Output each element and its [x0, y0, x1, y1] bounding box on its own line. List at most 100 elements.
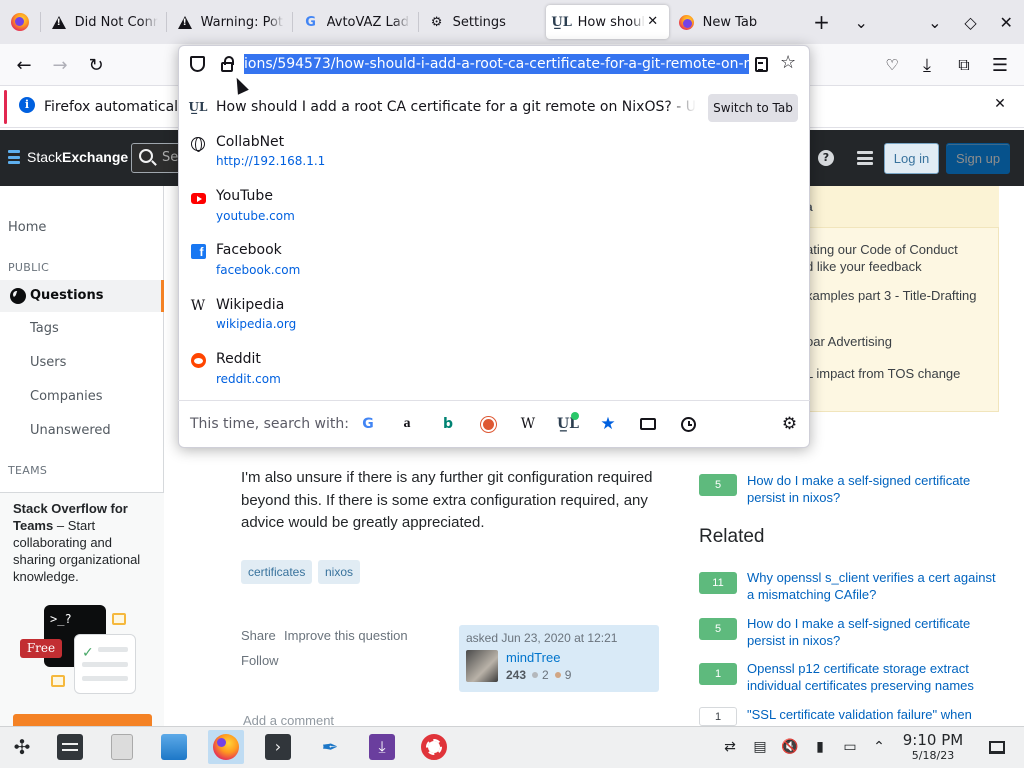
tabs-icon[interactable] — [640, 416, 656, 432]
bookmarks-icon[interactable]: ★ — [600, 414, 616, 434]
file-manager-icon[interactable] — [156, 730, 192, 764]
clipboard-icon[interactable]: ▤ — [751, 738, 769, 756]
suggestion-row-facebook[interactable]: f Facebook facebook.com — [180, 242, 808, 280]
system-settings-icon[interactable] — [52, 730, 88, 764]
gear-icon[interactable]: ⚙ — [781, 416, 798, 433]
firefox-icon[interactable] — [208, 730, 244, 764]
switch-to-tab-button[interactable]: Switch to Tab — [708, 94, 798, 122]
related-question-link[interactable]: Openssl p12 certificate storage extract … — [747, 660, 999, 694]
downloads-icon[interactable]: ⤓ — [911, 49, 943, 81]
meta-item-link[interactable]: xamples part 3 - Title-Drafting — [806, 287, 996, 304]
history-icon[interactable] — [680, 416, 696, 432]
linked-question-link[interactable]: How do I make a self-signed certificate … — [747, 472, 999, 506]
suggestion-row-youtube[interactable]: YouTube youtube.com — [180, 188, 808, 226]
tag-nixos[interactable]: nixos — [318, 560, 361, 584]
nav-users[interactable]: Users — [30, 355, 66, 370]
site-switcher-icon[interactable] — [857, 151, 873, 165]
related-score-badge: 1 — [699, 707, 737, 726]
reputation-score: 243 — [506, 668, 527, 682]
application-launcher-icon[interactable]: ✣ — [4, 730, 40, 764]
amazon-icon[interactable]: a — [399, 416, 415, 432]
extensions-icon[interactable]: ⧉ — [948, 49, 980, 81]
minimize-chevron-icon[interactable]: ⌄ — [917, 4, 953, 40]
nav-companies[interactable]: Companies — [30, 389, 103, 404]
signup-button[interactable]: Sign up — [946, 143, 1010, 174]
forward-button[interactable]: → — [44, 49, 76, 81]
new-tab-button[interactable]: + — [804, 4, 840, 40]
search-icon — [139, 149, 153, 163]
reload-button[interactable]: ↻ — [80, 49, 112, 81]
list-all-tabs-chevron-icon[interactable]: ⌄ — [843, 4, 879, 40]
unix-linux-icon: U̲L — [188, 100, 208, 114]
battery-icon[interactable]: ▮ — [811, 738, 829, 756]
help-lifebuoy-icon[interactable] — [416, 730, 452, 764]
reader-view-icon[interactable] — [755, 57, 768, 72]
tracking-protection-shield-icon[interactable] — [190, 56, 205, 72]
meta-item-link[interactable]: L impact from TOS change — [806, 365, 996, 382]
info-icon: i — [19, 97, 35, 113]
tab-new-tab[interactable]: New Tab — [671, 5, 794, 39]
network-icon[interactable]: ▭ — [841, 738, 859, 756]
firefox-view-button[interactable] — [0, 0, 40, 44]
nav-questions[interactable]: Questions — [30, 288, 103, 303]
related-question-link[interactable]: How do I make a self-signed certificate … — [747, 615, 999, 649]
google-icon[interactable]: G — [360, 416, 376, 432]
file-icon[interactable] — [104, 730, 140, 764]
meta-item-link[interactable]: oar Advertising — [806, 333, 996, 350]
back-button[interactable]: ← — [8, 49, 40, 81]
pocket-icon[interactable]: ♡ — [876, 49, 908, 81]
app-menu-icon[interactable]: ☰ — [984, 49, 1016, 81]
suggestion-row-reddit[interactable]: Reddit reddit.com — [180, 351, 808, 389]
show-desktop-icon[interactable] — [988, 738, 1006, 756]
lock-icon[interactable] — [221, 56, 234, 72]
help-icon[interactable]: ? — [818, 150, 834, 166]
kde-connect-icon[interactable]: ⇄ — [721, 738, 739, 756]
volume-muted-icon[interactable]: 🔇 — [781, 738, 799, 756]
share-link[interactable]: Share — [241, 628, 276, 643]
login-button[interactable]: Log in — [884, 143, 939, 174]
silver-badge-count: 2 — [542, 668, 549, 682]
logo-part-b: Exchange — [62, 149, 129, 165]
url-text-selected[interactable]: ions/594573/how-should-i-add-a-root-ca-c… — [244, 54, 749, 74]
tab-warning[interactable]: Warning: Pot — [169, 5, 292, 39]
free-badge: Free — [20, 639, 62, 658]
suggestion-row-collabnet[interactable]: CollabNet http://192.168.1.1 — [180, 134, 808, 172]
nav-tags[interactable]: Tags — [30, 321, 59, 336]
unix-linux-add-icon[interactable]: U̲L — [557, 412, 579, 432]
duckduckgo-icon[interactable] — [480, 416, 496, 432]
avatar[interactable] — [466, 650, 498, 682]
bing-icon[interactable]: b — [440, 416, 456, 432]
tray-expand-chevron-icon[interactable]: ⌃ — [870, 738, 888, 756]
stackexchange-logo-icon[interactable] — [8, 150, 20, 164]
text-editor-icon[interactable]: ✒ — [312, 730, 348, 764]
improve-question-link[interactable]: Improve this question — [284, 628, 408, 643]
terminal-icon[interactable]: › — [260, 730, 296, 764]
wikipedia-icon[interactable]: W — [520, 416, 536, 432]
close-icon[interactable]: ✕ — [992, 96, 1008, 112]
close-window-icon[interactable]: ✕ — [988, 4, 1024, 40]
user-name-link[interactable]: mindTree — [506, 650, 560, 665]
maximize-diamond-icon[interactable]: ◇ — [953, 4, 989, 40]
asked-date: asked Jun 23, 2020 at 12:21 — [466, 631, 618, 645]
youtube-icon — [190, 190, 206, 206]
teams-cta-button[interactable] — [13, 714, 152, 726]
bookmark-star-icon[interactable]: ☆ — [780, 53, 796, 73]
stackexchange-logo[interactable]: StackExchange — [27, 149, 128, 165]
tab-how-should[interactable]: U̲LHow should✕ — [545, 5, 669, 39]
nav-home[interactable]: Home — [8, 220, 46, 235]
tag-certificates[interactable]: certificates — [241, 560, 313, 584]
follow-link[interactable]: Follow — [241, 653, 279, 668]
tab-divider — [39, 12, 41, 32]
suggestion-row-wikipedia[interactable]: W Wikipedia wikipedia.org — [180, 297, 808, 335]
clock-time[interactable]: 9:10 PM — [900, 731, 966, 749]
nav-unanswered[interactable]: Unanswered — [30, 423, 111, 438]
related-question-link[interactable]: "SSL certificate validation failure" whe… — [747, 706, 999, 726]
tab-did-not-connect[interactable]: Did Not Conn — [43, 5, 166, 39]
close-tab-icon[interactable]: ✕ — [645, 14, 661, 30]
tab-avtovaz[interactable]: G AvtoVAZ Lada — [295, 5, 418, 39]
downloader-icon[interactable]: ⤓ — [364, 730, 400, 764]
meta-item-link[interactable]: ating our Code of Conduct d like your fe… — [806, 241, 996, 275]
tab-settings[interactable]: ⚙ Settings — [421, 5, 544, 39]
related-question-link[interactable]: Why openssl s_client verifies a cert aga… — [747, 569, 999, 603]
clock-date[interactable]: 5/18/23 — [900, 749, 966, 762]
